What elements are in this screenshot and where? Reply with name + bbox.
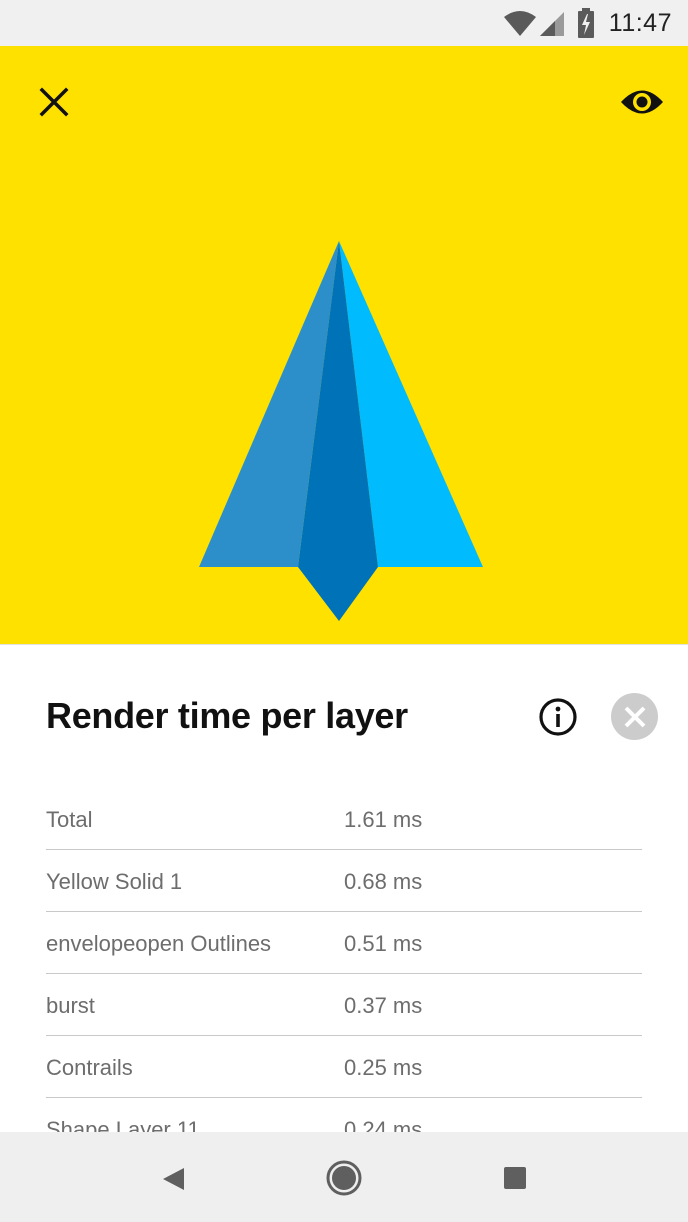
visibility-toggle-button[interactable] bbox=[614, 76, 670, 128]
back-icon bbox=[163, 1168, 184, 1190]
close-button[interactable] bbox=[28, 76, 80, 128]
layer-time: 0.37 ms bbox=[344, 993, 423, 1018]
table-row: Contrails 0.25 ms bbox=[46, 1036, 642, 1098]
recents-button[interactable] bbox=[502, 1165, 528, 1191]
table-row: burst 0.37 ms bbox=[46, 974, 642, 1036]
table-row: Yellow Solid 1 0.68 ms bbox=[46, 850, 642, 912]
layer-name: burst bbox=[46, 993, 95, 1018]
close-icon bbox=[39, 87, 69, 117]
layer-name: Shape Layer 11 bbox=[46, 1117, 200, 1132]
layer-name: envelopeopen Outlines bbox=[46, 931, 272, 956]
animation-preview bbox=[0, 46, 688, 644]
clock: 11:47 bbox=[608, 8, 672, 37]
layer-time: 0.25 ms bbox=[344, 1055, 423, 1080]
home-icon bbox=[326, 1160, 362, 1196]
layer-name: Contrails bbox=[46, 1055, 133, 1080]
layer-time: 1.61 ms bbox=[344, 807, 423, 832]
eye-icon bbox=[621, 90, 663, 114]
table-row: envelopeopen Outlines 0.51 ms bbox=[46, 912, 642, 974]
layer-time: 0.51 ms bbox=[344, 931, 423, 956]
wifi-icon bbox=[503, 9, 537, 37]
status-bar: 11:47 bbox=[0, 0, 688, 46]
table-row: Total 1.61 ms bbox=[46, 788, 642, 850]
layer-name: Total bbox=[46, 807, 93, 832]
status-icons: 11:47 bbox=[503, 7, 672, 39]
info-button[interactable] bbox=[536, 695, 580, 739]
sheet-title: Render time per layer bbox=[46, 695, 408, 736]
table-row: Shape Layer 11 0.24 ms bbox=[46, 1098, 642, 1132]
layer-time: 0.68 ms bbox=[344, 869, 423, 894]
close-circle-icon bbox=[624, 706, 645, 727]
dismiss-sheet-button[interactable] bbox=[611, 693, 658, 740]
home-button[interactable] bbox=[326, 1160, 362, 1196]
recents-icon bbox=[504, 1167, 526, 1189]
info-icon bbox=[539, 698, 577, 736]
layer-name: Yellow Solid 1 bbox=[46, 869, 183, 894]
cell-signal-icon bbox=[539, 9, 565, 37]
render-time-sheet: Render time per layer Total 1.61 ms Yell… bbox=[0, 644, 688, 1132]
battery-charging-icon bbox=[577, 8, 595, 38]
paper-plane-animation bbox=[199, 241, 483, 621]
layer-time: 0.24 ms bbox=[344, 1117, 423, 1132]
navigation-bar bbox=[0, 1132, 688, 1222]
back-button[interactable] bbox=[158, 1164, 188, 1194]
layer-table: Total 1.61 ms Yellow Solid 1 0.68 ms env… bbox=[46, 788, 642, 1132]
